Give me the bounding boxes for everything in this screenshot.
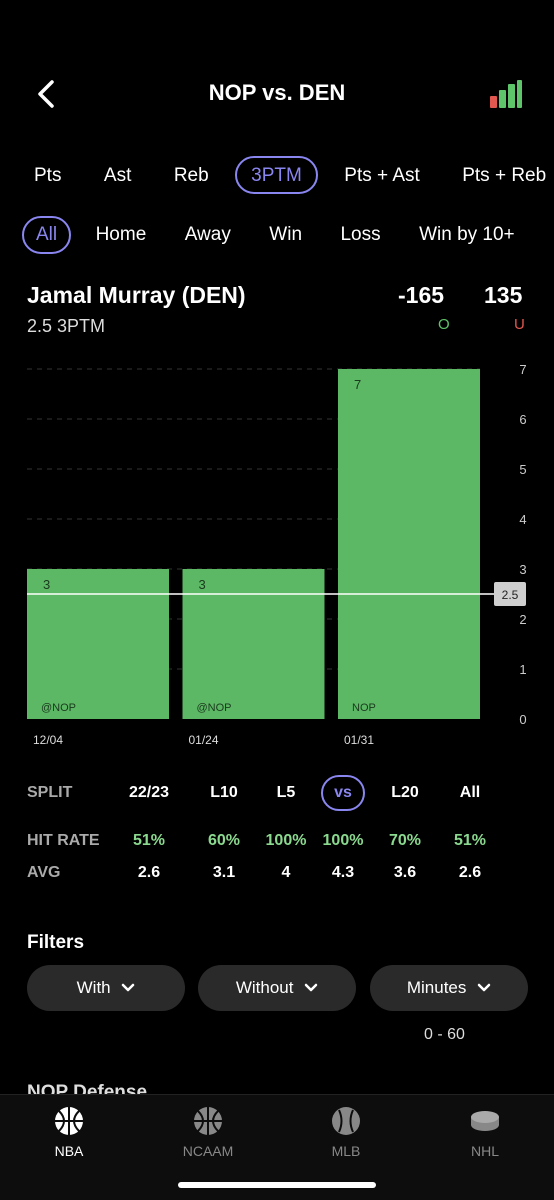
y-tick-label: 0 (519, 712, 526, 727)
bar-value-label: 3 (199, 577, 206, 592)
game-filter-chips: All Home Away Win Loss Win by 10+ (22, 216, 554, 254)
opponent-label: NOP (352, 702, 376, 714)
split-22-23[interactable]: 22/23 (119, 784, 179, 802)
bar-chart: 0 1 2 3 4 5 6 7 3 @NOP 12/04 3 @NOP 01/24 7 NOP 01/31 2.5 (27, 362, 527, 747)
minutes-range: 0 - 60 (424, 1026, 465, 1043)
hit-rate-label: HIT RATE (27, 832, 100, 849)
split-vs[interactable]: vs (321, 775, 365, 811)
split-label: SPLIT (27, 784, 73, 801)
y-tick-label: 1 (519, 662, 526, 677)
over-odds[interactable]: -165 (398, 282, 444, 309)
with-label: With (76, 978, 111, 997)
hit-rate-value: 70% (388, 832, 422, 849)
avg-value: 2.6 (137, 864, 161, 881)
player-name: Jamal Murray (DEN) (27, 282, 246, 308)
nav-label: NBA (54, 1143, 84, 1159)
split-row: SPLIT 22/23 L10 L5 vs L20 All (27, 775, 554, 814)
hit-rate-value: 60% (207, 832, 241, 849)
bar-value-label: 7 (354, 377, 361, 392)
basketball-icon (194, 1107, 222, 1135)
chevron-down-icon (304, 983, 318, 992)
y-tick-label: 5 (519, 462, 526, 477)
over-label: O (438, 316, 450, 333)
chip-loss[interactable]: Loss (326, 216, 394, 254)
baseball-icon (332, 1107, 360, 1135)
hit-rate-value: 100% (265, 832, 307, 849)
avg-label: AVG (27, 864, 61, 881)
with-dropdown[interactable]: With (27, 965, 185, 1011)
hockey-puck-icon (471, 1111, 499, 1131)
prop-line-value: 2.5 (502, 588, 519, 602)
page-title: NOP vs. DEN (208, 80, 346, 105)
minutes-dropdown[interactable]: Minutes (370, 965, 528, 1011)
avg-value: 3.6 (393, 864, 417, 881)
hit-rate-value: 100% (322, 832, 364, 849)
y-tick-label: 2 (519, 612, 526, 627)
tab-reb[interactable]: Reb (158, 156, 225, 194)
header: NOP vs. DEN (0, 0, 554, 140)
filters-title: Filters (27, 932, 85, 953)
avg-value: 3.1 (212, 864, 236, 881)
y-tick-label: 7 (519, 362, 526, 377)
y-tick-label: 6 (519, 412, 526, 427)
split-l10[interactable]: L10 (194, 784, 254, 802)
under-label: U (514, 316, 525, 333)
split-all[interactable]: All (440, 784, 500, 802)
split-l20[interactable]: L20 (375, 784, 435, 802)
chip-away[interactable]: Away (171, 216, 245, 254)
tab-3ptm[interactable]: 3PTM (235, 156, 318, 194)
hit-rate-value: 51% (453, 832, 487, 849)
nav-nhl[interactable]: NHL (435, 1105, 535, 1159)
hit-rate-row: HIT RATE 51% 60% 100% 100% 70% 51% (27, 832, 554, 862)
nav-label: NHL (470, 1143, 499, 1159)
hit-rate-value: 51% (132, 832, 166, 849)
chip-win-by-10[interactable]: Win by 10+ (405, 216, 529, 254)
under-odds[interactable]: 135 (484, 282, 522, 309)
bar-chart-icon[interactable] (488, 80, 522, 108)
x-tick-label: 12/04 (33, 733, 63, 747)
opponent-label: @NOP (197, 702, 232, 714)
avg-value: 4.3 (331, 864, 355, 881)
bar (338, 369, 480, 719)
split-table: SPLIT 22/23 L10 L5 vs L20 All HIT RATE 5… (27, 775, 554, 890)
tab-pts[interactable]: Pts (18, 156, 77, 194)
nav-mlb[interactable]: MLB (296, 1105, 396, 1159)
avg-value: 2.6 (458, 864, 482, 881)
chip-home[interactable]: Home (82, 216, 161, 254)
y-tick-label: 3 (519, 562, 526, 577)
nav-label: NCAAM (182, 1143, 234, 1159)
nav-nba[interactable]: NBA (19, 1105, 119, 1159)
home-indicator (178, 1182, 376, 1188)
without-label: Without (235, 978, 294, 997)
nav-ncaam[interactable]: NCAAM (158, 1105, 258, 1159)
x-tick-label: 01/31 (344, 733, 374, 747)
without-dropdown[interactable]: Without (198, 965, 356, 1011)
prop-line: 2.5 3PTM (27, 316, 106, 336)
chip-all[interactable]: All (22, 216, 72, 254)
avg-row: AVG 2.6 3.1 4 4.3 3.6 2.6 (27, 864, 554, 894)
chip-win[interactable]: Win (255, 216, 316, 254)
chevron-down-icon (122, 983, 135, 992)
nav-label: MLB (331, 1143, 361, 1159)
tab-pts-reb[interactable]: Pts + Reb (446, 156, 554, 194)
tab-ast[interactable]: Ast (88, 156, 147, 194)
chevron-down-icon (477, 983, 491, 992)
x-tick-label: 01/24 (189, 733, 219, 747)
minutes-label: Minutes (406, 978, 467, 997)
basketball-icon (55, 1107, 83, 1135)
opponent-label: @NOP (41, 702, 76, 714)
split-l5[interactable]: L5 (256, 784, 316, 802)
y-tick-label: 4 (519, 512, 526, 527)
stat-tabs: Pts Ast Reb 3PTM Pts + Ast Pts + Reb (18, 156, 554, 194)
tab-pts-ast[interactable]: Pts + Ast (328, 156, 436, 194)
bar-value-label: 3 (43, 577, 50, 592)
avg-value: 4 (281, 864, 291, 881)
